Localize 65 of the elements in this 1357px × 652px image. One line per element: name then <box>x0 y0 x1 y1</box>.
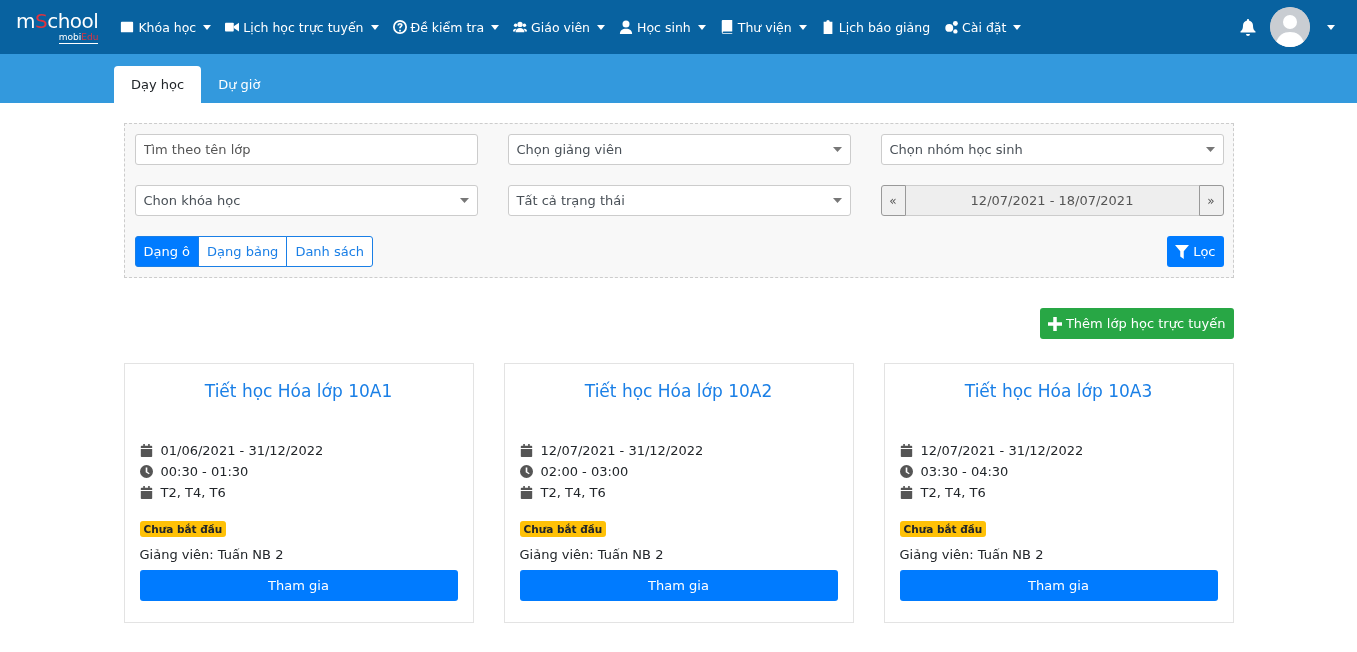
class-time: 00:30 - 01:30 <box>160 464 249 479</box>
app-logo[interactable]: mSchool mobiEdu <box>16 10 99 44</box>
class-time: 02:00 - 03:00 <box>540 464 629 479</box>
calendar-icon <box>519 486 533 499</box>
avatar-silhouette[interactable] <box>1270 7 1310 47</box>
nav-menu-item[interactable]: Lịch báo giảng <box>820 19 931 35</box>
dropdown-select[interactable]: Tất cả trạng thái <box>507 185 851 216</box>
plus-icon <box>1047 316 1062 331</box>
nav-menu-item[interactable]: Đề kiểm tra <box>392 19 500 35</box>
video-camera-icon <box>225 20 240 34</box>
clock-icon <box>899 465 913 478</box>
nav-menu-item[interactable]: Lịch học trực tuyến <box>225 19 379 35</box>
users-icon <box>513 20 528 34</box>
notification-bell-icon <box>1240 18 1256 36</box>
date-range-field[interactable]: 12/07/2021 - 18/07/2021 <box>905 185 1199 216</box>
book-icon <box>719 20 734 34</box>
caret-icon <box>1327 24 1335 30</box>
class-title[interactable]: Tiết học Hóa lớp 10A1 <box>139 381 458 401</box>
class-title[interactable]: Tiết học Hóa lớp 10A3 <box>899 381 1218 401</box>
dropdown-select[interactable]: Chọn nhóm học sinh <box>880 134 1224 165</box>
nav-menu-item[interactable]: Khóa học <box>120 19 212 35</box>
clock-icon <box>139 465 153 478</box>
view-toggle-button[interactable]: Danh sách <box>286 236 374 267</box>
teacher-name: Giảng viên: Tuấn NB 2 <box>139 547 285 562</box>
calendar-icon <box>139 486 153 499</box>
filter-button[interactable]: Lọc <box>1167 236 1224 267</box>
caret-icon <box>832 198 842 203</box>
view-toggle-button[interactable]: Dạng ô <box>134 236 200 267</box>
class-days: T2, T4, T6 <box>160 485 226 500</box>
caret-icon <box>832 147 842 152</box>
search-field[interactable]: Tìm theo tên lớp <box>134 134 478 165</box>
date-range: 12/07/2021 - 31/12/2022 <box>920 443 1084 458</box>
dropdown-select[interactable]: Chon khóa học <box>134 185 478 216</box>
user-icon <box>619 20 634 34</box>
class-time: 03:30 - 04:30 <box>920 464 1009 479</box>
class-days: T2, T4, T6 <box>920 485 986 500</box>
calendar-icon <box>519 444 533 457</box>
view-toggle-button[interactable]: Dạng bảng <box>198 236 288 267</box>
caret-icon <box>1205 147 1215 152</box>
clock-icon <box>519 465 533 478</box>
previous-week-button[interactable]: « <box>880 185 906 216</box>
status-badge: Chưa bắt đầu <box>139 521 227 537</box>
class-days: T2, T4, T6 <box>540 485 606 500</box>
calendar-icon <box>899 444 913 457</box>
status-badge: Chưa bắt đầu <box>899 521 987 537</box>
tab[interactable]: Dạy học <box>114 66 202 103</box>
date-range: 12/07/2021 - 31/12/2022 <box>540 443 704 458</box>
calendar-icon <box>139 444 153 457</box>
nav-menu-item[interactable]: Học sinh <box>619 19 706 35</box>
teacher-name: Giảng viên: Tuấn NB 2 <box>519 547 665 562</box>
date-range: 01/06/2021 - 31/12/2022 <box>160 443 324 458</box>
caret-icon <box>459 198 469 203</box>
join-button[interactable]: Tham gia <box>899 570 1218 601</box>
nav-menu-item[interactable]: Thư viện <box>719 19 807 35</box>
status-badge: Chưa bắt đầu <box>519 521 607 537</box>
teacher-name: Giảng viên: Tuấn NB 2 <box>899 547 1045 562</box>
nav-menu-item[interactable]: Giáo viên <box>513 19 606 35</box>
next-week-button[interactable]: » <box>1198 185 1224 216</box>
join-button[interactable]: Tham gia <box>139 570 458 601</box>
calendar-icon <box>899 486 913 499</box>
class-title[interactable]: Tiết học Hóa lớp 10A2 <box>519 381 838 401</box>
dropdown-select[interactable]: Chọn giảng viên <box>507 134 851 165</box>
join-button[interactable]: Tham gia <box>519 570 838 601</box>
nav-menu-item[interactable]: Cài đặt <box>944 19 1022 35</box>
filter-icon <box>1175 244 1190 259</box>
